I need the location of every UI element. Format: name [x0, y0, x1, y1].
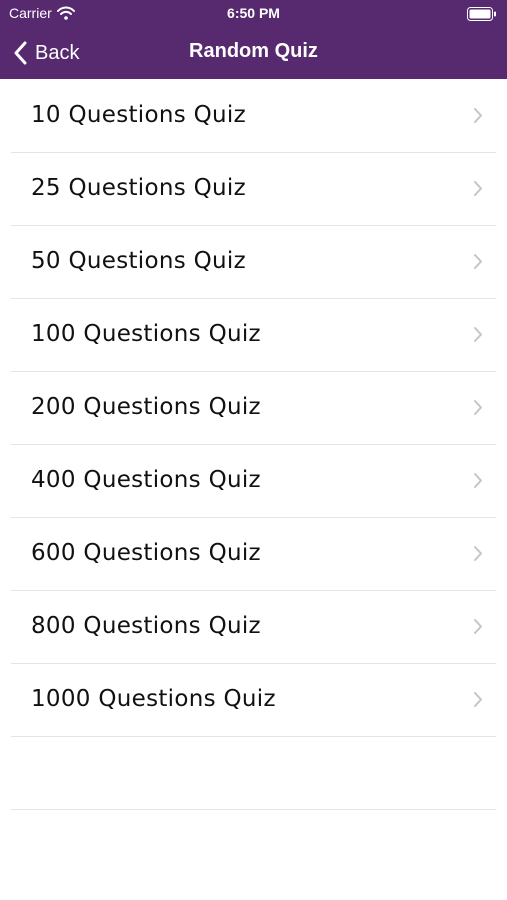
empty-row — [0, 737, 507, 810]
quiz-option-row[interactable]: 800 Questions Quiz — [0, 591, 507, 664]
back-button[interactable]: Back — [13, 38, 79, 68]
quiz-option-label: 800 Questions Quiz — [31, 613, 261, 639]
chevron-right-icon — [474, 546, 482, 561]
chevron-right-icon — [474, 181, 482, 196]
quiz-option-row[interactable]: 400 Questions Quiz — [0, 445, 507, 518]
chevron-right-icon — [474, 473, 482, 488]
quiz-option-row[interactable]: 25 Questions Quiz — [0, 153, 507, 226]
status-bar: Carrier 6:50 PM — [0, 0, 507, 28]
quiz-option-label: 400 Questions Quiz — [31, 467, 261, 493]
chevron-right-icon — [474, 400, 482, 415]
screen: Carrier 6:50 PM Back Random Quiz 10 Ques… — [0, 0, 507, 900]
quiz-option-row[interactable]: 200 Questions Quiz — [0, 372, 507, 445]
chevron-left-icon — [14, 41, 27, 65]
navigation-bar: Back Random Quiz — [0, 28, 507, 79]
chevron-right-icon — [474, 619, 482, 634]
top-bar: Carrier 6:50 PM Back Random Quiz — [0, 0, 507, 79]
status-time: 6:50 PM — [227, 5, 280, 21]
chevron-right-icon — [474, 327, 482, 342]
back-label: Back — [35, 41, 80, 64]
quiz-option-label: 1000 Questions Quiz — [31, 686, 276, 712]
chevron-right-icon — [474, 108, 482, 123]
quiz-option-label: 10 Questions Quiz — [31, 102, 246, 128]
quiz-option-label: 200 Questions Quiz — [31, 394, 261, 420]
quiz-list: 10 Questions Quiz 25 Questions Quiz 50 Q… — [0, 80, 507, 810]
quiz-option-label: 600 Questions Quiz — [31, 540, 261, 566]
chevron-right-icon — [474, 692, 482, 707]
quiz-option-row[interactable]: 50 Questions Quiz — [0, 226, 507, 299]
quiz-option-row[interactable]: 1000 Questions Quiz — [0, 664, 507, 737]
quiz-option-row[interactable]: 100 Questions Quiz — [0, 299, 507, 372]
quiz-option-label: 25 Questions Quiz — [31, 175, 246, 201]
chevron-right-icon — [474, 254, 482, 269]
quiz-option-row[interactable]: 600 Questions Quiz — [0, 518, 507, 591]
quiz-option-row[interactable]: 10 Questions Quiz — [0, 80, 507, 153]
quiz-option-label: 50 Questions Quiz — [31, 248, 246, 274]
quiz-option-label: 100 Questions Quiz — [31, 321, 261, 347]
battery-icon — [467, 7, 496, 21]
